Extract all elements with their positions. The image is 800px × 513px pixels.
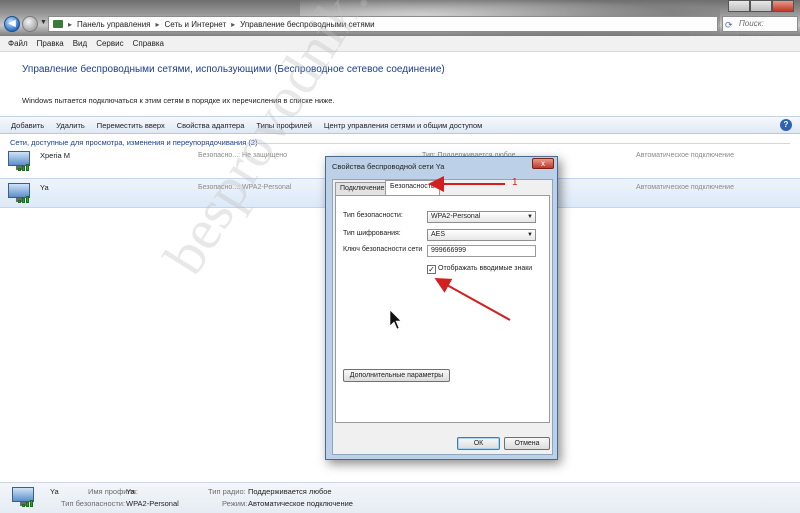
- ok-button[interactable]: ОК: [457, 437, 500, 450]
- menu-file[interactable]: Файл: [8, 39, 28, 48]
- search-input[interactable]: ⟳ Поиск: Управлен...: [722, 16, 798, 42]
- menu-view[interactable]: Вид: [73, 39, 87, 48]
- remove-button[interactable]: Удалить: [56, 121, 85, 130]
- details-pane: Ya Имя профиля: Ya Тип безопасности: WPA…: [0, 482, 800, 513]
- wireless-network-icon: [8, 151, 34, 173]
- security-key-label: Ключ безопасности сети: [343, 246, 423, 253]
- breadcrumb-separator-icon[interactable]: ▸: [156, 20, 160, 29]
- dialog-title: Свойства беспроводной сети Ya: [332, 162, 445, 171]
- network-center-button[interactable]: Центр управления сетями и общим доступом: [324, 121, 482, 130]
- status-mode-value: Автоматическое подключение: [248, 499, 353, 508]
- add-button[interactable]: Добавить: [11, 121, 44, 130]
- minimize-button[interactable]: [728, 0, 750, 12]
- wireless-properties-dialog: Свойства беспроводной сети Ya x Подключе…: [325, 156, 558, 460]
- network-name: Ya: [40, 183, 49, 192]
- page-title: Управление беспроводными сетями, использ…: [22, 64, 445, 75]
- breadcrumb-separator-icon[interactable]: ▸: [231, 20, 235, 29]
- network-name: Xperia M: [40, 151, 71, 160]
- status-profile-value: Ya: [126, 487, 135, 496]
- control-panel-icon: [53, 20, 63, 28]
- status-security-value: WPA2-Personal: [126, 499, 179, 508]
- refresh-icon[interactable]: ⟳: [725, 18, 733, 32]
- close-icon[interactable]: x: [532, 158, 554, 169]
- menu-edit[interactable]: Правка: [37, 39, 64, 48]
- breadcrumb-network-internet[interactable]: Сеть и Интернет: [165, 20, 227, 29]
- security-type-select[interactable]: WPA2-Personal ▼: [427, 211, 536, 223]
- status-security-label: Тип безопасности:: [61, 499, 126, 508]
- cancel-button[interactable]: Отмена: [504, 437, 550, 450]
- network-mode: Автоматическое подключение: [636, 184, 734, 191]
- status-network-name: Ya: [50, 487, 59, 496]
- security-key-input[interactable]: 999666999: [427, 245, 536, 257]
- security-type-value: WPA2-Personal: [431, 213, 481, 220]
- encryption-type-select[interactable]: AES ▼: [427, 229, 536, 241]
- annotation-number: 1: [512, 177, 518, 188]
- address-bar[interactable]: ▸ Панель управления ▸ Сеть и Интернет ▸ …: [48, 16, 718, 32]
- menu-bar: Файл Правка Вид Сервис Справка: [0, 36, 800, 52]
- status-radio-value: Поддерживается любое: [248, 487, 332, 496]
- chevron-down-icon: ▼: [527, 214, 533, 220]
- tab-security[interactable]: Безопасность: [385, 180, 440, 195]
- status-mode-label: Режим:: [222, 499, 248, 508]
- advanced-settings-button[interactable]: Дополнительные параметры: [343, 369, 450, 382]
- move-up-button[interactable]: Переместить вверх: [97, 121, 165, 130]
- status-radio-label: Тип радио:: [208, 487, 246, 496]
- help-icon[interactable]: ?: [780, 119, 792, 131]
- menu-help[interactable]: Справка: [133, 39, 164, 48]
- history-chevron-down-icon[interactable]: ▼: [40, 19, 47, 26]
- breadcrumb-control-panel[interactable]: Панель управления: [77, 20, 151, 29]
- network-mode: Автоматическое подключение: [636, 152, 734, 159]
- group-divider: [250, 143, 790, 144]
- command-toolbar: Добавить Удалить Переместить вверх Свойс…: [0, 116, 800, 134]
- wireless-network-icon: [12, 487, 38, 509]
- show-characters-label: Отображать вводимые знаки: [438, 265, 533, 272]
- maximize-button[interactable]: [750, 0, 772, 12]
- menu-tools[interactable]: Сервис: [96, 39, 123, 48]
- forward-arrow-icon[interactable]: [22, 16, 38, 32]
- security-type-label: Тип безопасности:: [343, 212, 403, 219]
- encryption-type-label: Тип шифрования:: [343, 230, 401, 237]
- wireless-network-icon: [8, 183, 34, 205]
- close-window-button[interactable]: [772, 0, 794, 12]
- back-arrow-icon[interactable]: ◀: [4, 16, 20, 32]
- tab-connection[interactable]: Подключение: [335, 182, 390, 195]
- breadcrumb-separator-icon[interactable]: ▸: [68, 20, 72, 29]
- chevron-down-icon: ▼: [527, 232, 533, 238]
- show-characters-checkbox[interactable]: ✓: [427, 265, 436, 274]
- encryption-type-value: AES: [431, 231, 446, 238]
